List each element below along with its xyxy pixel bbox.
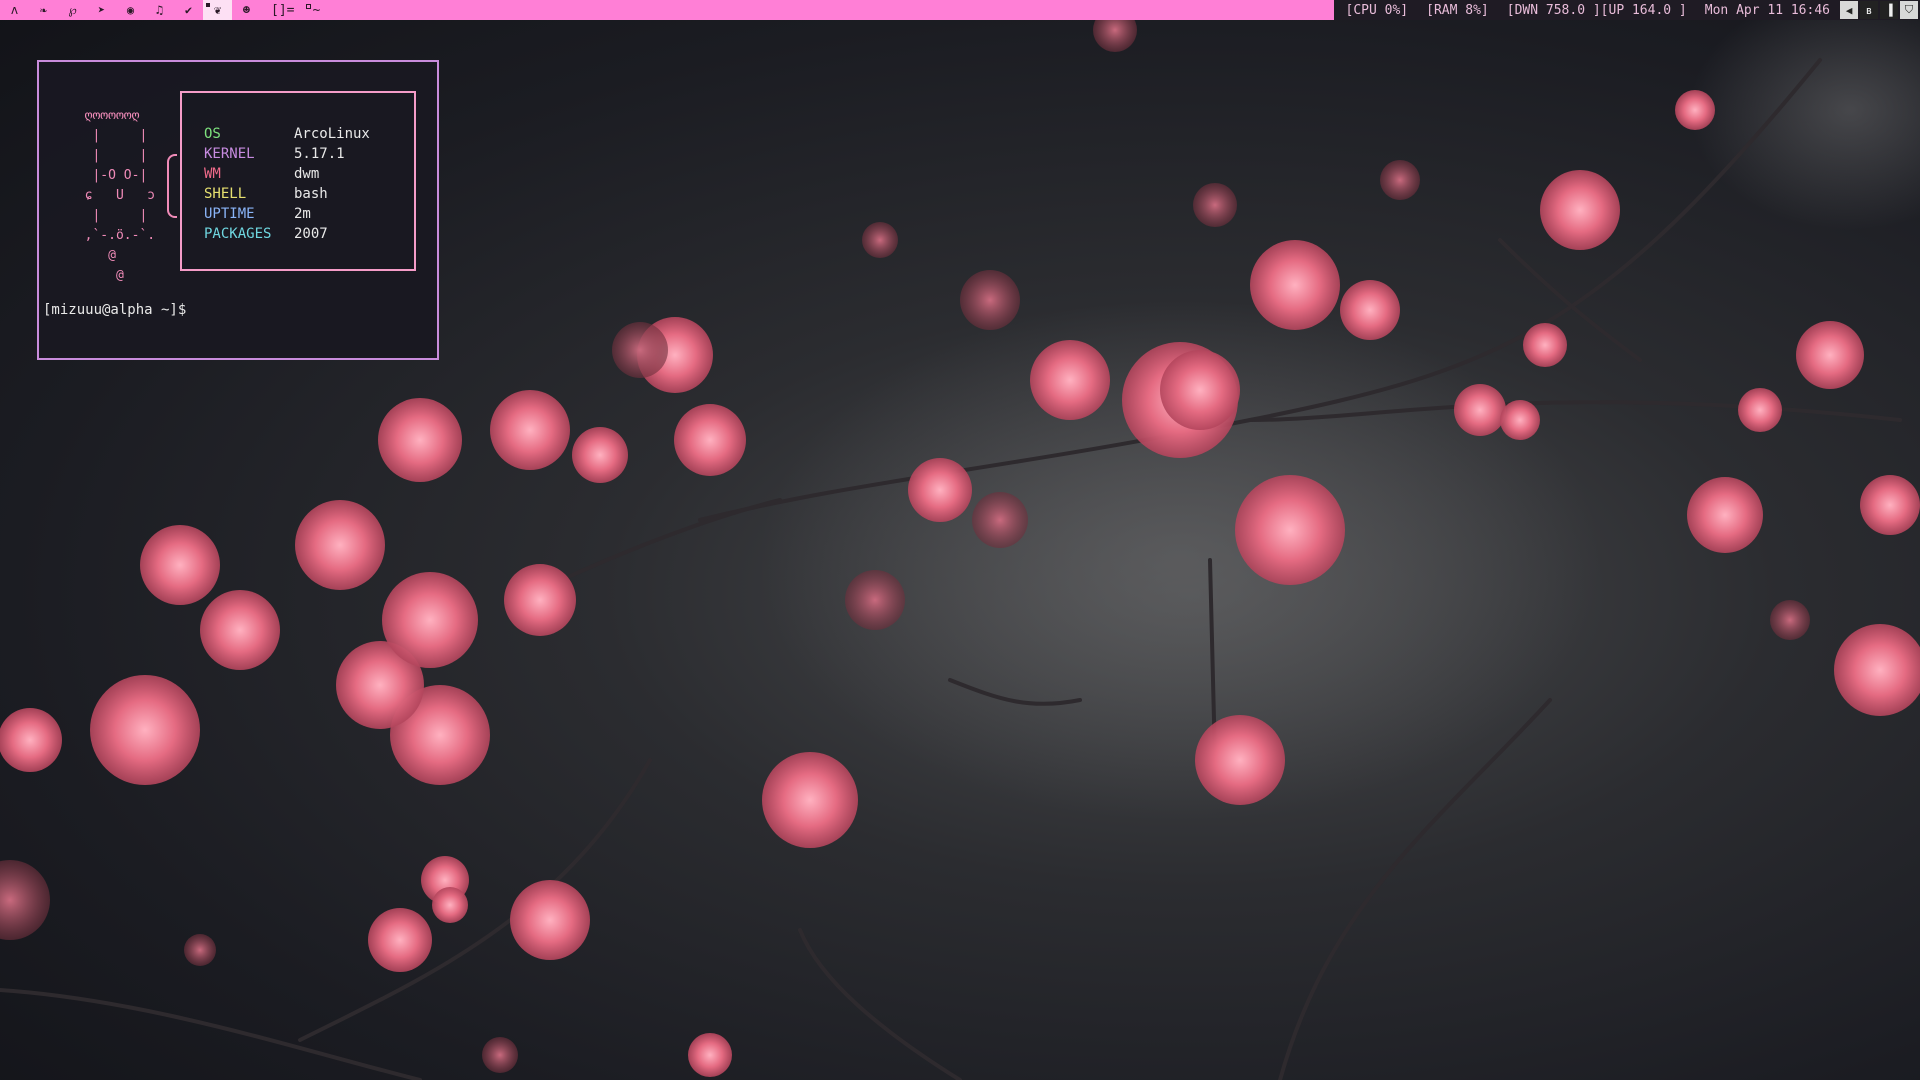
shield-icon[interactable]: ⛉ <box>1900 1 1918 19</box>
tag-9-face-icon[interactable]: ☻ <box>232 0 261 20</box>
terminal-window[interactable]: ღოოოოოღ | | | | |-O O-| ɕ U ɔ | | ,`-.ö.… <box>37 60 439 360</box>
volume-icon[interactable]: ◀ <box>1840 1 1858 19</box>
brace-decoration <box>167 154 177 218</box>
info-row-wm: WM dwm <box>204 164 414 184</box>
tag-5-game-controller-icon[interactable]: ◉ <box>116 0 145 20</box>
info-row-packages: PACKAGES 2007 <box>204 224 414 244</box>
info-key: UPTIME <box>204 206 255 222</box>
status-text: [CPU 0%] [RAM 8%] [DWN 758.0 ][UP 164.0 … <box>1333 0 1840 20</box>
info-row-uptime: UPTIME 2m <box>204 204 414 224</box>
tag-3-leaf-icon[interactable]: ℘ <box>58 0 87 20</box>
info-value: 2m <box>294 206 311 222</box>
info-value: dwm <box>294 166 320 182</box>
window-title-text: ~ <box>306 3 320 18</box>
system-info-box: OS ArcoLinux KERNEL 5.17.1 WM dwm SHELL … <box>180 91 416 271</box>
bluetooth-icon[interactable]: ʙ <box>1860 1 1878 19</box>
signal-icon[interactable]: ▐ <box>1880 1 1898 19</box>
system-tray: ◀ ʙ ▐ ⛉ <box>1840 0 1920 20</box>
clock: Mon Apr 11 16:46 <box>1704 2 1830 18</box>
info-key: PACKAGES <box>204 226 272 242</box>
tag-2-bird-icon[interactable]: ❧ <box>29 0 58 20</box>
tag-list: ʌ ❧ ℘ ➤ ◉ ♫ ✔ ❦ ☻ <box>0 0 261 20</box>
info-value: bash <box>294 186 328 202</box>
top-bar: ʌ ❧ ℘ ➤ ◉ ♫ ✔ ❦ ☻ []= ~ [CPU 0%] [RAM 8%… <box>0 0 1920 20</box>
ram-usage: [RAM 8%] <box>1426 2 1489 18</box>
tag-1-arch-icon[interactable]: ʌ <box>0 0 29 20</box>
tag-4-paper-plane-icon[interactable]: ➤ <box>87 0 116 20</box>
shell-prompt[interactable]: [mizuuu@alpha ~]$ <box>43 302 186 318</box>
info-value: ArcoLinux <box>294 126 370 142</box>
info-row-os: OS ArcoLinux <box>204 124 414 144</box>
tag-8-cat-icon[interactable]: ❦ <box>203 0 232 20</box>
info-row-shell: SHELL bash <box>204 184 414 204</box>
window-title: ~ <box>302 0 1334 20</box>
tag-6-music-icon[interactable]: ♫ <box>145 0 174 20</box>
info-row-kernel: KERNEL 5.17.1 <box>204 144 414 164</box>
info-value: 2007 <box>294 226 328 242</box>
info-key: SHELL <box>204 186 247 202</box>
ascii-art: ღოოოოოღ | | | | |-O O-| ɕ U ɔ | | ,`-.ö.… <box>84 108 156 283</box>
info-key: WM <box>204 166 221 182</box>
info-value: 5.17.1 <box>294 146 345 162</box>
info-key: KERNEL <box>204 146 255 162</box>
layout-indicator[interactable]: []= <box>261 0 303 20</box>
info-key: OS <box>204 126 221 142</box>
tag-7-check-icon[interactable]: ✔ <box>174 0 203 20</box>
cpu-usage: [CPU 0%] <box>1345 2 1409 18</box>
network-speed: [DWN 758.0 ][UP 164.0 ] <box>1506 2 1687 18</box>
